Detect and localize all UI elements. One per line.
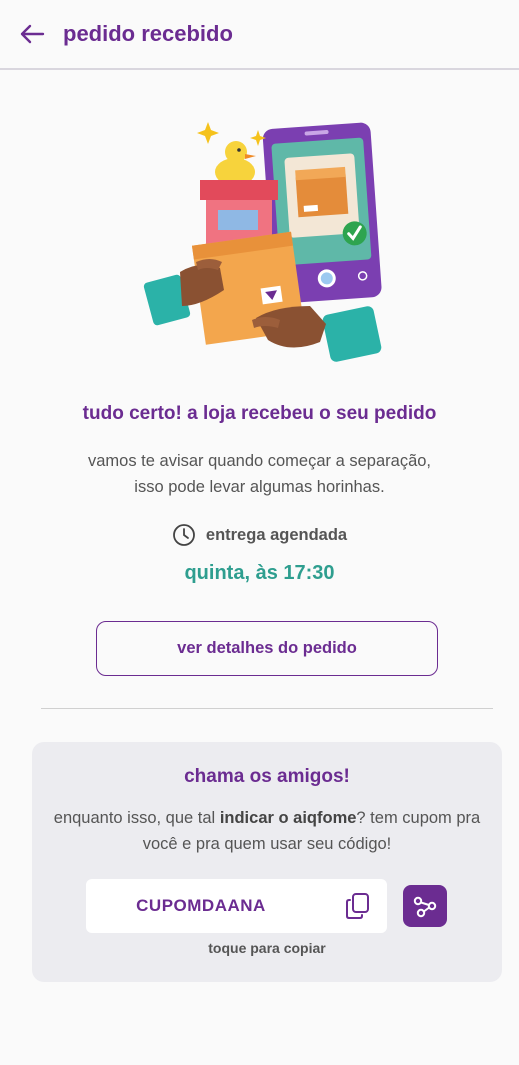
status-headline: tudo certo! a loja recebeu o seu pedido [82,403,437,424]
schedule-row: entrega agendada [0,523,519,547]
schedule-time: quinta, às 17:30 [184,562,335,584]
share-button[interactable] [403,885,447,927]
page-title: pedido recebido [63,21,233,46]
arrow-left-icon [20,24,45,44]
app-header: pedido recebido [0,0,519,70]
clock-icon [172,524,195,546]
referral-text: enquanto isso, que tal indicar o aiqfome… [52,805,482,857]
order-details-button[interactable]: ver detalhes do pedido [96,621,438,676]
referral-text-bold: indicar o aiqfome [219,809,357,827]
referral-title: chama os amigos! [184,766,350,787]
schedule-label: entrega agendada [205,525,348,544]
order-received-illustration [140,110,390,380]
status-subtext-line1: vamos te avisar quando começar a separaç… [87,452,432,470]
referral-text-before: enquanto isso, que tal [53,809,220,827]
divider [41,708,493,709]
coupon-code: CUPOMDAANA [136,896,266,915]
coupon-code-box[interactable]: CUPOMDAANA [86,879,387,933]
copy-icon[interactable] [344,892,372,920]
status-subtext-line2: isso pode levar algumas horinhas. [134,478,385,496]
status-subtext: vamos te avisar quando começar a separaç… [40,448,479,500]
share-icon [413,896,437,918]
copy-hint: toque para copiar [208,940,326,956]
back-button[interactable] [15,17,49,51]
referral-card: chama os amigos! enquanto isso, que tal … [32,742,502,982]
